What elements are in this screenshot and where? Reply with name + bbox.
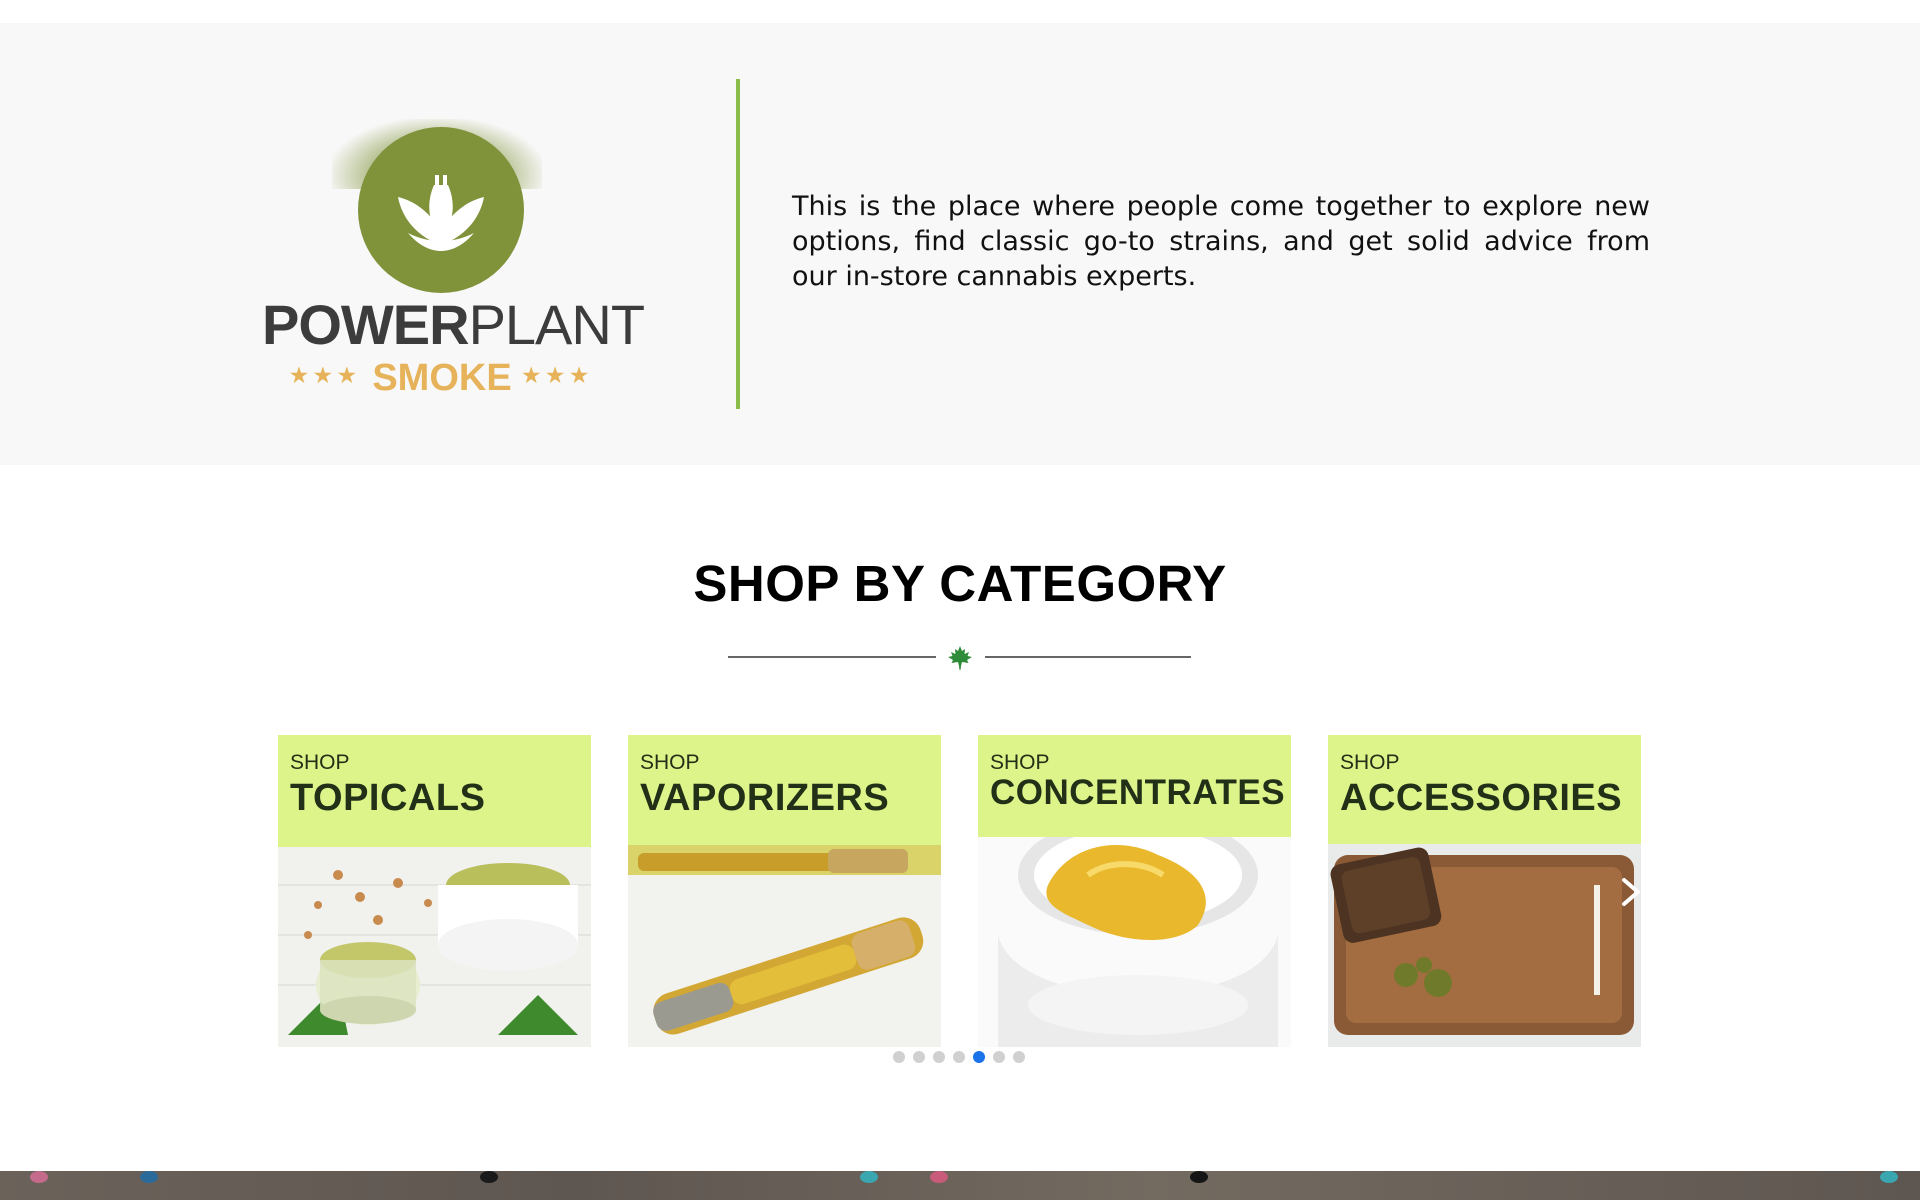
logo-subtitle: ★★★ SMOKE ★★★ <box>262 357 622 401</box>
carousel-dot[interactable] <box>953 1051 965 1063</box>
logo-circle <box>358 127 524 293</box>
power-plant-smoke-logo[interactable]: POWERPLANT ★★★ SMOKE ★★★ <box>262 97 645 407</box>
category-title: VAPORIZERS <box>640 777 890 819</box>
section-title: SHOP BY CATEGORY <box>693 555 1227 612</box>
logo-word-bold: POWER <box>262 293 470 356</box>
chevron-right-icon[interactable] <box>1616 874 1646 910</box>
logo-stars-left: ★★★ <box>289 364 362 387</box>
lotus-plug-icon <box>398 175 484 251</box>
category-banner: SHOP TOPICALS <box>278 735 591 847</box>
category-shop-label: SHOP <box>640 751 700 774</box>
carousel-dot-active[interactable] <box>973 1051 985 1063</box>
carousel-dot[interactable] <box>933 1051 945 1063</box>
category-shop-label: SHOP <box>990 751 1050 774</box>
logo-wordmark: POWERPLANT <box>262 293 645 357</box>
category-banner: SHOP ACCESSORIES <box>1328 735 1641 844</box>
category-banner: SHOP CONCENTRATES <box>978 735 1291 837</box>
category-card-topicals[interactable]: SHOP TOPICALS <box>278 735 591 1047</box>
category-shop-label: SHOP <box>290 751 350 774</box>
carousel-pagination <box>893 1051 1025 1063</box>
category-shop-label: SHOP <box>1340 751 1400 774</box>
category-title: CONCENTRATES <box>990 773 1286 812</box>
top-strip <box>0 0 1920 23</box>
logo-stars-right: ★★★ <box>522 364 595 387</box>
category-card-accessories[interactable]: SHOP ACCESSORIES <box>1328 735 1641 1047</box>
category-title: ACCESSORIES <box>1340 777 1623 819</box>
carousel-dot[interactable] <box>913 1051 925 1063</box>
category-title: TOPICALS <box>290 777 486 819</box>
logo-word-light: PLANT <box>468 293 645 356</box>
category-banner: SHOP VAPORIZERS <box>628 735 941 845</box>
carousel-dot[interactable] <box>993 1051 1005 1063</box>
carousel-dot[interactable] <box>893 1051 905 1063</box>
category-card-vaporizers[interactable]: SHOP VAPORIZERS <box>628 735 941 1047</box>
hero-accent-bar <box>736 79 740 409</box>
logo-sub-text: SMOKE <box>372 357 512 399</box>
maple-leaf-icon <box>948 646 972 670</box>
category-card-concentrates[interactable]: SHOP CONCENTRATES <box>978 735 1291 1047</box>
hero-section: POWERPLANT ★★★ SMOKE ★★★ This is the pla… <box>0 23 1920 465</box>
divider-line-right <box>985 656 1191 658</box>
hero-description: This is the place where people come toge… <box>792 191 1650 292</box>
divider-line-left <box>728 656 936 658</box>
carousel-dot[interactable] <box>1013 1051 1025 1063</box>
category-carousel: SHOP TOPICALS SHOP VAPORIZERS SHOP CONCE… <box>278 735 1642 1047</box>
footer-background-strip <box>0 1171 1920 1200</box>
